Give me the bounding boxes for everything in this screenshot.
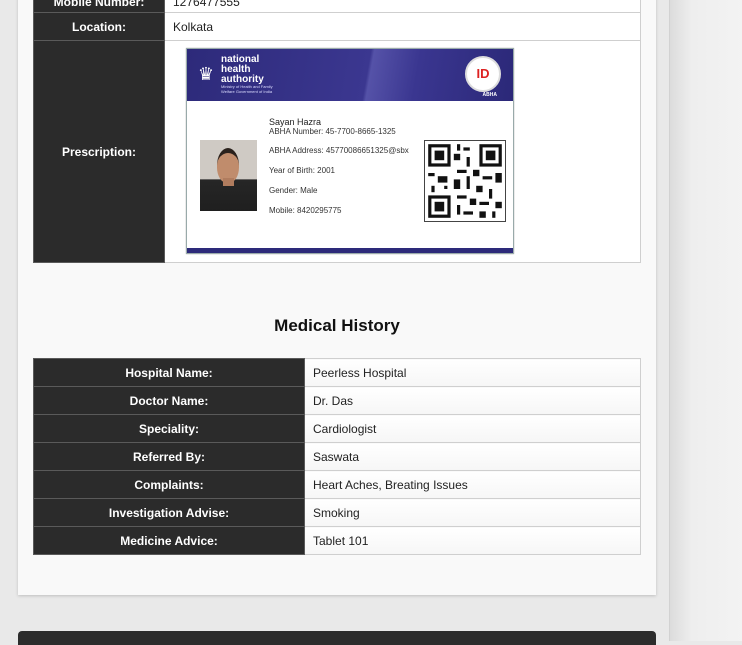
- national-emblem-icon: ♛: [197, 64, 215, 84]
- table-row: Mobile Number: 1276477555: [33, 0, 641, 13]
- table-row: Speciality: Cardiologist: [33, 414, 641, 443]
- prescription-label: Prescription:: [33, 40, 165, 263]
- org-subtitle: Ministry of Health and Family Welfare Go…: [221, 84, 273, 94]
- qr-code-icon: [424, 140, 506, 222]
- hospital-name-value: Peerless Hospital: [304, 358, 641, 387]
- abha-card-image[interactable]: ♛ national health authority Ministry of …: [186, 48, 514, 254]
- location-value: Kolkata: [164, 12, 641, 41]
- table-row: Doctor Name: Dr. Das: [33, 386, 641, 415]
- abha-mobile: Mobile: 8420295775: [269, 206, 342, 215]
- investigation-advise-value: Smoking: [304, 498, 641, 527]
- speciality-value: Cardiologist: [304, 414, 641, 443]
- org-name: national health authority: [221, 54, 264, 85]
- abha-name: Sayan Hazra: [269, 117, 322, 127]
- abha-number: ABHA Number: 45-7700-8665-1325: [269, 127, 396, 136]
- table-row: Complaints: Heart Aches, Breating Issues: [33, 470, 641, 499]
- referred-by-label: Referred By:: [33, 442, 305, 471]
- medical-history-title: Medical History: [274, 316, 400, 335]
- abha-details: Sayan Hazra ABHA Number: 45-7700-8665-13…: [269, 117, 409, 216]
- speciality-label: Speciality:: [33, 414, 305, 443]
- mobile-value: 1276477555: [164, 0, 641, 13]
- complaints-label: Complaints:: [33, 470, 305, 499]
- doctor-name-value: Dr. Das: [304, 386, 641, 415]
- medicine-advice-value: Tablet 101: [304, 526, 641, 555]
- medicine-advice-label: Medicine Advice:: [33, 526, 305, 555]
- investigation-advise-label: Investigation Advise:: [33, 498, 305, 527]
- table-row: Referred By: Saswata: [33, 442, 641, 471]
- abha-address: ABHA Address: 45770086651325@sbx: [269, 146, 409, 155]
- right-side-pane: [669, 0, 742, 641]
- abha-year-of-birth: Year of Birth: 2001: [269, 166, 335, 175]
- abha-card-header: ♛ national health authority Ministry of …: [187, 49, 513, 101]
- table-row: Hospital Name: Peerless Hospital: [33, 358, 641, 387]
- complaints-value: Heart Aches, Breating Issues: [304, 470, 641, 499]
- abha-logo-label: ABHA: [482, 92, 497, 98]
- doctor-name-label: Doctor Name:: [33, 386, 305, 415]
- table-row: Investigation Advise: Smoking: [33, 498, 641, 527]
- referred-by-value: Saswata: [304, 442, 641, 471]
- medical-history-table: Hospital Name: Peerless Hospital Doctor …: [33, 358, 641, 555]
- footer-bar: [18, 631, 656, 645]
- abha-logo-icon: ID: [465, 56, 501, 92]
- table-row: Location: Kolkata: [33, 12, 641, 41]
- location-label: Location:: [33, 12, 165, 41]
- abha-gender: Gender: Male: [269, 186, 318, 195]
- mobile-label: Mobile Number:: [33, 0, 165, 13]
- patient-photo: [200, 140, 257, 211]
- table-row: Medicine Advice: Tablet 101: [33, 526, 641, 555]
- hospital-name-label: Hospital Name:: [33, 358, 305, 387]
